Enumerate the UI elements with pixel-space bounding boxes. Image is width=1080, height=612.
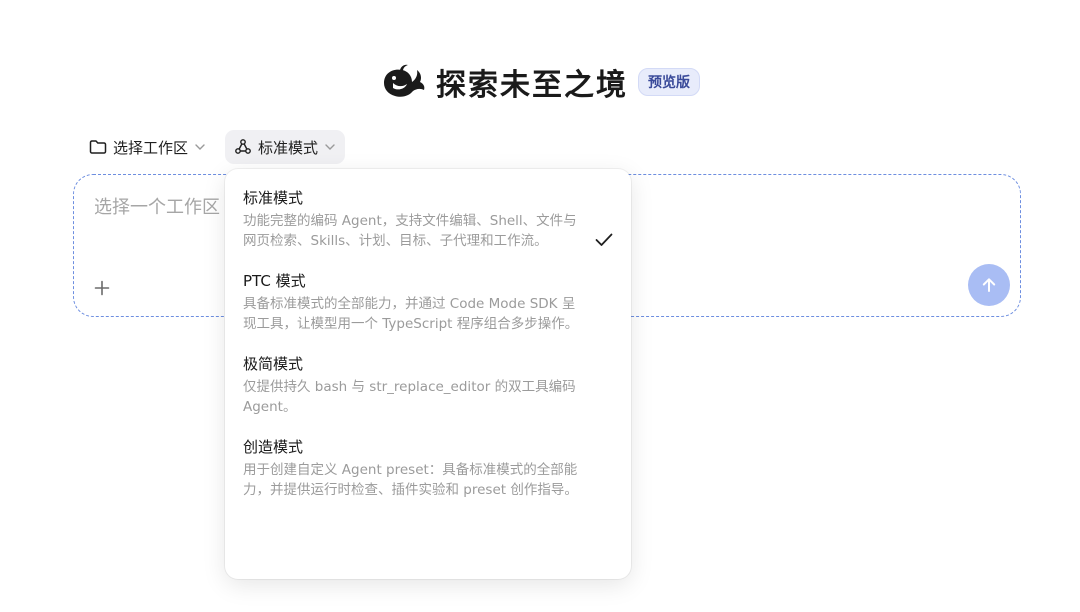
- whale-logo-icon: [384, 64, 425, 97]
- add-attachment-button[interactable]: [90, 276, 114, 300]
- brand-title: 探索未至之境: [436, 68, 628, 103]
- chevron-down-icon: [325, 144, 335, 150]
- menu-item-title: 创造模式: [243, 438, 304, 456]
- mode-selector-button[interactable]: 标准模式: [225, 130, 346, 164]
- menu-item-description: 用于创建自定义 Agent preset：具备标准模式的全部能力，并提供运行时检…: [243, 462, 578, 498]
- arrow-up-icon: [982, 278, 996, 292]
- checkmark-icon: [595, 233, 613, 246]
- workspace-selector-label: 选择工作区: [113, 138, 189, 157]
- menu-item-title: 极简模式: [243, 355, 304, 373]
- preview-badge: 预览版: [638, 68, 700, 96]
- menu-item-minimal-mode[interactable]: 极简模式 仅提供持久 bash 与 str_replace_editor 的双工…: [225, 349, 631, 426]
- app-page: 探索未至之境 预览版 选择工作区 标准模式 选择一个工作区 标准模式 功能完整的…: [0, 0, 1080, 612]
- menu-item-description: 功能完整的编码 Agent，支持文件编辑、Shell、文件与网页检索、Skill…: [243, 213, 577, 249]
- menu-item-creative-mode[interactable]: 创造模式 用于创建自定义 Agent preset：具备标准模式的全部能力，并提…: [225, 432, 631, 509]
- menu-item-description: 具备标准模式的全部能力，并通过 Code Mode SDK 呈现工具，让模型用一…: [243, 296, 579, 332]
- menu-item-title: PTC 模式: [243, 272, 306, 290]
- brand-header: 探索未至之境 预览版: [0, 58, 1080, 106]
- composer-toolbar: 选择工作区 标准模式: [80, 130, 346, 164]
- mode-dropdown-menu: 标准模式 功能完整的编码 Agent，支持文件编辑、Shell、文件与网页检索、…: [225, 169, 631, 579]
- send-button[interactable]: [968, 264, 1010, 306]
- chevron-down-icon: [195, 144, 205, 150]
- plus-icon: [94, 280, 110, 296]
- menu-item-title: 标准模式: [243, 189, 304, 207]
- mode-selector-label: 标准模式: [258, 138, 319, 157]
- menu-item-description: 仅提供持久 bash 与 str_replace_editor 的双工具编码 A…: [243, 379, 576, 415]
- folder-icon: [89, 140, 107, 154]
- nodes-icon: [235, 139, 251, 154]
- menu-item-ptc-mode[interactable]: PTC 模式 具备标准模式的全部能力，并通过 Code Mode SDK 呈现工…: [225, 266, 631, 343]
- workspace-selector-button[interactable]: 选择工作区: [80, 130, 215, 164]
- menu-item-standard-mode[interactable]: 标准模式 功能完整的编码 Agent，支持文件编辑、Shell、文件与网页检索、…: [225, 183, 631, 260]
